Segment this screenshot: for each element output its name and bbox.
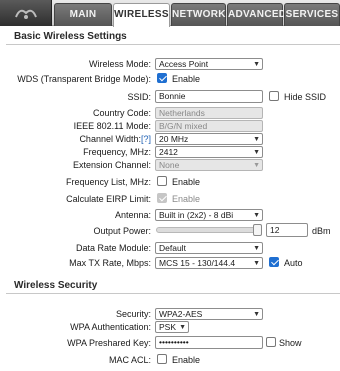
tab-network[interactable]: NETWORK <box>171 3 226 26</box>
frequency-label: Frequency, MHz: <box>83 147 151 157</box>
eirp-checkbox <box>157 193 167 203</box>
ieee-mode-label: IEEE 802.11 Mode: <box>73 121 151 131</box>
wireless-mode-value: Access Point <box>159 59 209 69</box>
chevron-down-icon: ▼ <box>179 324 186 331</box>
hide-ssid-checkbox[interactable] <box>269 91 279 101</box>
wpa-auth-value: PSK <box>159 322 177 332</box>
data-rate-label: Data Rate Module: <box>75 243 151 253</box>
channel-width-label: Channel Width:[?] <box>79 134 151 144</box>
frequency-list-checkbox[interactable] <box>157 176 167 186</box>
section-divider <box>6 293 340 294</box>
mac-acl-label: MAC ACL: <box>108 355 151 365</box>
help-link[interactable]: [?] <box>141 134 151 144</box>
frequency-list-label: Frequency List, MHz: <box>65 177 151 187</box>
wireless-mode-label: Wireless Mode: <box>88 59 151 69</box>
wpa-auth-select[interactable]: PSK ▼ <box>155 321 189 333</box>
logo-icon <box>15 9 37 19</box>
chevron-down-icon: ▼ <box>253 212 260 219</box>
wds-label: WDS (Transparent Bridge Mode): <box>17 74 151 84</box>
antenna-value: Built in (2x2) - 8 dBi <box>159 210 234 220</box>
tab-wireless[interactable]: WIRELESS <box>113 3 170 27</box>
max-tx-rate-label: Max TX Rate, Mbps: <box>69 258 151 268</box>
chevron-down-icon: ▼ <box>253 260 260 267</box>
security-label: Security: <box>115 309 151 319</box>
wds-checkbox[interactable] <box>157 73 167 83</box>
eirp-enable-label: Enable <box>172 194 201 204</box>
wpa-key-input[interactable]: •••••••••• <box>155 336 263 349</box>
output-power-slider[interactable] <box>156 227 262 233</box>
chevron-down-icon: ▼ <box>253 149 260 156</box>
antenna-select[interactable]: Built in (2x2) - 8 dBi ▼ <box>155 209 263 221</box>
top-tab-bar: MAIN WIRELESS NETWORK ADVANCED SERVICES <box>0 0 340 27</box>
wireless-mode-select[interactable]: Access Point ▼ <box>155 58 263 70</box>
eirp-label: Calculate EIRP Limit: <box>66 194 151 204</box>
mac-acl-checkbox[interactable] <box>157 354 167 364</box>
country-code-field: Netherlands <box>155 107 263 119</box>
extension-channel-select: None ▼ <box>155 159 263 171</box>
channel-width-text: Channel Width: <box>79 134 141 144</box>
wireless-security-title: Wireless Security <box>14 280 98 291</box>
ssid-label: SSID: <box>127 92 151 102</box>
ieee-mode-field: B/G/N mixed <box>155 120 263 132</box>
ssid-input[interactable]: Bonnie <box>155 90 263 103</box>
tab-main[interactable]: MAIN <box>54 3 112 26</box>
show-key-checkbox[interactable] <box>266 337 276 347</box>
show-key-label: Show <box>279 338 302 348</box>
output-power-label: Output Power: <box>93 226 151 236</box>
data-rate-select[interactable]: Default ▼ <box>155 242 263 254</box>
data-rate-value: Default <box>159 243 186 253</box>
tab-advanced[interactable]: ADVANCED <box>227 3 286 26</box>
security-select[interactable]: WPA2-AES ▼ <box>155 308 263 320</box>
wds-enable-label: Enable <box>172 74 201 84</box>
auto-rate-checkbox[interactable] <box>269 257 279 267</box>
wpa-key-label: WPA Preshared Key: <box>67 338 151 348</box>
auto-rate-label: Auto <box>284 258 303 268</box>
hide-ssid-label: Hide SSID <box>284 92 327 102</box>
mac-acl-enable-label: Enable <box>172 355 201 365</box>
country-code-label: Country Code: <box>92 108 151 118</box>
basic-wireless-title: Basic Wireless Settings <box>14 31 127 42</box>
chevron-down-icon: ▼ <box>253 311 260 318</box>
output-power-unit: dBm <box>312 226 331 236</box>
extension-channel-value: None <box>159 160 180 170</box>
frequency-value: 2412 <box>159 147 178 157</box>
ubiquiti-logo[interactable] <box>0 0 52 26</box>
extension-channel-label: Extension Channel: <box>72 160 151 170</box>
chevron-down-icon: ▼ <box>253 162 260 169</box>
chevron-down-icon: ▼ <box>253 61 260 68</box>
channel-width-select[interactable]: 20 MHz ▼ <box>155 133 263 145</box>
security-value: WPA2-AES <box>159 309 203 319</box>
output-power-slider-handle[interactable] <box>253 224 262 236</box>
chevron-down-icon: ▼ <box>253 136 260 143</box>
channel-width-value: 20 MHz <box>159 134 189 144</box>
wpa-auth-label: WPA Authentication: <box>70 322 151 332</box>
tab-services[interactable]: SERVICES <box>284 3 340 26</box>
chevron-down-icon: ▼ <box>253 245 260 252</box>
max-tx-rate-select[interactable]: MCS 15 - 130/144.4 ▼ <box>155 257 263 269</box>
output-power-input[interactable]: 12 <box>266 223 308 237</box>
frequency-list-enable-label: Enable <box>172 177 201 187</box>
antenna-label: Antenna: <box>114 210 151 220</box>
frequency-select[interactable]: 2412 ▼ <box>155 146 263 158</box>
section-divider <box>6 44 340 45</box>
max-tx-rate-value: MCS 15 - 130/144.4 <box>159 258 236 268</box>
